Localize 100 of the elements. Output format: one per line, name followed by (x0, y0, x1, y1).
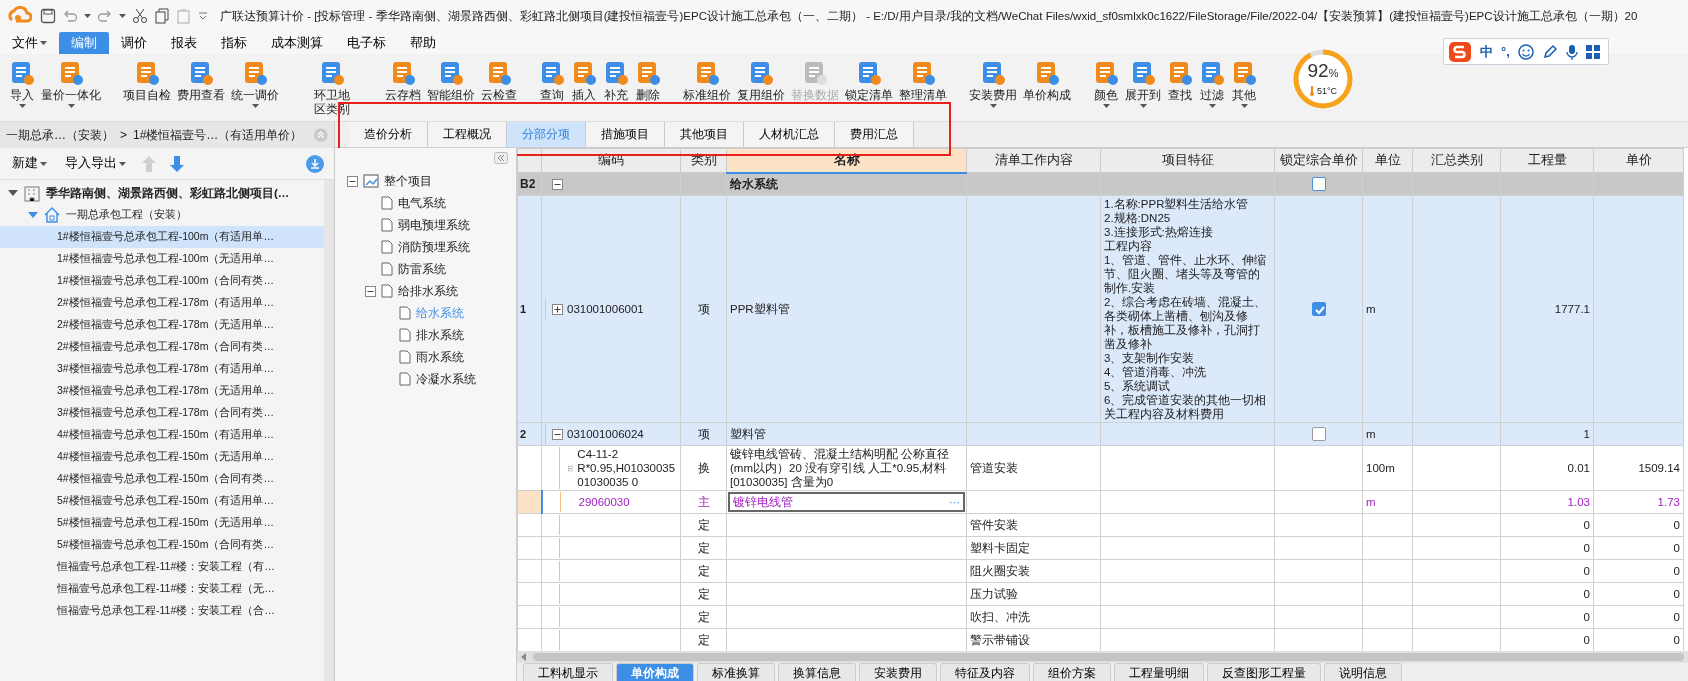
toolbar-button[interactable]: 导入 (8, 58, 36, 110)
toolbar-button[interactable]: 云存档 (384, 58, 422, 104)
tab[interactable]: 安装费用 (859, 663, 937, 681)
tree-item[interactable]: 排水系统 (335, 324, 516, 346)
tree-item[interactable]: 2#楼恒福壹号总承包工程-178m（合同有类… (0, 336, 324, 358)
column-header[interactable]: 清单工作内容 (966, 148, 1101, 173)
lock-checkbox[interactable] (1311, 177, 1326, 192)
download-icon[interactable] (306, 154, 324, 173)
tab[interactable]: 反查图形工程量 (1207, 663, 1321, 681)
tab[interactable]: 组价方案 (1033, 663, 1111, 681)
smiley-icon[interactable] (1517, 43, 1534, 60)
tree-item[interactable]: 恒福壹号总承包工程-11#楼：安装工程（有… (0, 556, 324, 578)
toolbar-button[interactable]: 云检查 (480, 58, 518, 104)
toolbar-button[interactable]: 其他 (1230, 58, 1258, 110)
lock-checkbox[interactable] (1311, 427, 1326, 442)
tree-item[interactable]: 4#楼恒福壹号总承包工程-150m（合同有类… (0, 468, 324, 490)
tab[interactable]: 工程概况 (428, 122, 507, 147)
redo-icon[interactable] (97, 8, 113, 24)
collapse-icon[interactable] (552, 178, 563, 190)
tree-item[interactable]: 3#楼恒福壹号总承包工程-178m（有适用单… (0, 358, 324, 380)
toolbar-button[interactable]: 量价一体化 (40, 58, 102, 110)
logo-icon[interactable] (1448, 40, 1472, 63)
toolbar-button[interactable]: 复用组价 (736, 58, 786, 104)
column-header[interactable]: 锁定综合单价 (1274, 148, 1363, 173)
menu-item[interactable]: 调价 (109, 32, 159, 54)
down-arrow-icon[interactable] (170, 155, 184, 172)
column-header[interactable]: 工程量 (1500, 148, 1594, 173)
collapse-icon[interactable] (365, 285, 376, 297)
toolbar-button[interactable]: 智能组价 (426, 58, 476, 104)
save-icon[interactable] (40, 8, 56, 24)
tree-item[interactable]: 整个项目 (335, 170, 516, 192)
tree-item[interactable]: 5#楼恒福壹号总承包工程-150m（无适用单… (0, 512, 324, 534)
tree-item[interactable]: 2#楼恒福壹号总承包工程-178m（有适用单… (0, 292, 324, 314)
tab[interactable]: 其他项目 (665, 122, 744, 147)
menu-item[interactable]: 指标 (209, 32, 259, 54)
menu-item[interactable]: 报表 (159, 32, 209, 54)
lock-checkbox[interactable] (1311, 302, 1326, 317)
tab[interactable]: 特征及内容 (940, 663, 1030, 681)
tab[interactable]: 造价分析 (349, 122, 428, 147)
breadcrumb-item[interactable]: 1#楼恒福壹号…（有适用单价） (133, 126, 303, 144)
menu-item[interactable]: 电子标 (335, 32, 398, 54)
tab[interactable]: 人材机汇总 (744, 122, 835, 147)
horizontal-scrollbar[interactable] (517, 651, 1688, 663)
collapse-icon[interactable] (347, 175, 358, 187)
toolbar-button[interactable]: 导入导出 (63, 153, 128, 174)
menu-item[interactable]: 成本测算 (259, 32, 335, 54)
tree-item[interactable]: 5#楼恒福壹号总承包工程-150m（合同有类… (0, 534, 324, 556)
toolbar-button[interactable]: 查找 (1166, 58, 1194, 110)
toolbar-button[interactable]: 过滤 (1198, 58, 1226, 110)
tab[interactable]: 换算信息 (778, 663, 856, 681)
toolbar-button[interactable]: 锁定清单 (844, 58, 894, 104)
menu-item[interactable]: 帮助 (398, 32, 448, 54)
breadcrumb-item[interactable]: > (120, 128, 127, 142)
tree-item[interactable]: 给排水系统 (335, 280, 516, 302)
scroll-left-icon[interactable] (521, 653, 527, 661)
tree-item[interactable]: 3#楼恒福壹号总承包工程-178m（无适用单… (0, 380, 324, 402)
ime-toggle[interactable]: °, (1501, 44, 1510, 59)
scrollbar[interactable] (324, 180, 334, 681)
tab[interactable]: 标准换算 (697, 663, 775, 681)
toolbar-button[interactable]: 查询 (538, 58, 566, 104)
toolbar-button[interactable]: 标准组价 (682, 58, 732, 104)
tree-item[interactable]: 5#楼恒福壹号总承包工程-150m（有适用单… (0, 490, 324, 512)
copy-icon[interactable] (154, 8, 170, 24)
tree-item[interactable]: 3#楼恒福壹号总承包工程-178m（合同有类… (0, 402, 324, 424)
breadcrumb-item[interactable]: 一期总承…（安装） (6, 126, 114, 144)
tree-item[interactable]: 弱电预埋系统 (335, 214, 516, 236)
tree-item[interactable]: 雨水系统 (335, 346, 516, 368)
toolbar-button[interactable]: 展开到 (1124, 58, 1162, 110)
ime-toggle[interactable]: 中 (1480, 42, 1493, 61)
toolbar-button[interactable]: 项目自检 (122, 58, 172, 110)
pen-icon[interactable] (1541, 43, 1558, 60)
tree-item[interactable]: 消防预埋系统 (335, 236, 516, 258)
tree-item[interactable]: 恒福壹号总承包工程-11#楼：安装工程（无… (0, 578, 324, 600)
toolbar-button[interactable]: 费用查看 (176, 58, 226, 110)
collapse-icon[interactable] (552, 428, 563, 440)
tree-item[interactable]: 1#楼恒福壹号总承包工程-100m（合同有类… (0, 270, 324, 292)
toolbar-button[interactable]: 新建 (10, 153, 49, 174)
tab[interactable]: 工程量明细 (1114, 663, 1204, 681)
undo-icon[interactable] (62, 8, 78, 24)
tab[interactable]: 说明信息 (1324, 663, 1402, 681)
tree-item[interactable]: 恒福壹号总承包工程-11#楼：安装工程（合… (0, 600, 324, 622)
clipboard-icon[interactable] (176, 8, 192, 24)
menu-item[interactable]: 文件 (0, 32, 59, 54)
tree-item[interactable]: 冷凝水系统 (335, 368, 516, 390)
toolbar-button[interactable]: 补充 (602, 58, 630, 104)
tree-item[interactable]: 防雷系统 (335, 258, 516, 280)
tab[interactable]: 工料机显示 (523, 663, 613, 681)
tree-item[interactable]: 4#楼恒福壹号总承包工程-150m（有适用单… (0, 424, 324, 446)
expand-icon[interactable] (552, 303, 563, 315)
tree-item[interactable]: 2#楼恒福壹号总承包工程-178m（无适用单… (0, 314, 324, 336)
toolbar-button[interactable]: 统一调价 (230, 58, 280, 110)
name-input[interactable]: 镀锌电线管 ··· (728, 492, 965, 512)
toolbar-button[interactable]: 安装费用 (968, 58, 1018, 110)
tree-item[interactable]: 一期总承包工程（安装） (0, 204, 324, 226)
tree-item[interactable]: 电气系统 (335, 192, 516, 214)
column-header[interactable]: 单价 (1593, 148, 1684, 173)
tab[interactable]: 费用汇总 (835, 122, 914, 147)
tree-item[interactable]: 1#楼恒福壹号总承包工程-100m（无适用单… (0, 248, 324, 270)
toolbar-button[interactable]: 删除 (634, 58, 662, 104)
expanded-icon[interactable] (8, 190, 18, 196)
